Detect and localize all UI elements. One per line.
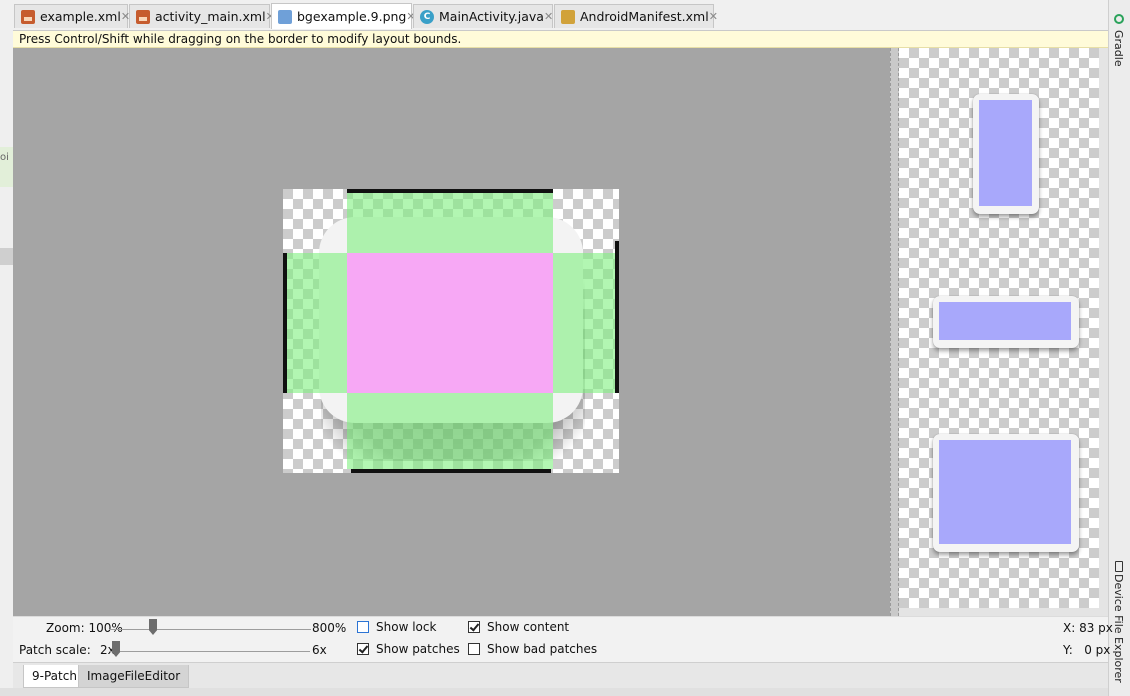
nine-patch-editor-canvas[interactable] [13, 48, 890, 616]
tab-label: bgexample.9.png [297, 9, 407, 24]
tab-9-patch[interactable]: 9-Patch [23, 665, 86, 688]
tab-label: activity_main.xml [155, 9, 266, 24]
preview-content-area [979, 100, 1032, 206]
preview-vertical-scrollbar[interactable] [1099, 48, 1108, 616]
tab-label: AndroidManifest.xml [580, 9, 709, 24]
show-lock-label[interactable]: Show lock [376, 620, 436, 634]
content-area-patch [347, 253, 553, 393]
device-file-explorer-tool-button[interactable]: Device File Explorer [1112, 574, 1125, 683]
tab-image-file-editor[interactable]: ImageFileEditor [78, 665, 190, 688]
preview-both-stretch [933, 434, 1079, 552]
xml-file-icon [136, 9, 150, 24]
tab-mainactivity-java[interactable]: C MainActivity.java ✕ [413, 4, 553, 28]
preview-splitter[interactable] [890, 48, 899, 616]
zoom-slider-thumb[interactable] [149, 619, 157, 635]
image-file-icon [278, 9, 292, 24]
nine-patch-controls: Zoom: 100% 800% Patch scale: 2x 6x Show … [13, 616, 1113, 663]
tab-androidmanifest-xml[interactable]: AndroidManifest.xml ✕ [554, 4, 718, 28]
bottom-content-marker[interactable] [351, 469, 551, 473]
left-stretch-marker[interactable] [283, 253, 287, 393]
patch-scale-slider-track[interactable] [110, 651, 310, 652]
preview-content-area [939, 302, 1071, 340]
show-bad-patches-checkbox[interactable] [468, 643, 480, 655]
layout-bounds-hint: Press Control/Shift while dragging on th… [13, 31, 1108, 48]
tab-bgexample-9-png[interactable]: bgexample.9.png ✕ [271, 3, 416, 29]
right-tool-stripe: Gradle Device File Explorer [1108, 0, 1130, 696]
zoom-label: Zoom: 100% [46, 621, 123, 635]
preview-horizontal-scrollbar[interactable] [899, 608, 1099, 616]
gradle-icon [1114, 14, 1124, 24]
editor-tab-bar: example.xml ✕ activity_main.xml ✕ bgexam… [0, 0, 1108, 31]
xml-file-icon [21, 9, 35, 24]
zoom-slider-track[interactable] [109, 629, 311, 630]
editor-mode-tabs: 9-Patch ImageFileEditor [13, 662, 1108, 689]
show-lock-checkbox[interactable] [357, 621, 369, 633]
tab-activity-main-xml[interactable]: activity_main.xml ✕ [129, 4, 275, 28]
preview-horizontal-stretch [933, 296, 1079, 348]
tab-example-xml[interactable]: example.xml ✕ [14, 4, 130, 28]
y-coordinate-readout: Y: 0 px [1063, 643, 1111, 657]
top-stretch-marker[interactable] [347, 189, 553, 193]
preview-vertical-stretch [973, 94, 1039, 214]
show-patches-checkbox[interactable] [357, 643, 369, 655]
left-panel-selection [0, 248, 13, 265]
patch-scale-max-label: 6x [312, 643, 327, 657]
show-content-label[interactable]: Show content [487, 620, 569, 634]
zoom-max-label: 800% [312, 621, 347, 635]
stretch-preview-panel [899, 48, 1099, 608]
java-class-icon: C [420, 9, 434, 24]
nine-patch-image[interactable] [283, 189, 619, 473]
left-tool-stripe [0, 30, 13, 696]
show-patches-label[interactable]: Show patches [376, 642, 460, 656]
close-icon[interactable]: ✕ [709, 10, 718, 23]
status-bar [0, 688, 1108, 696]
gradle-tool-button[interactable]: Gradle [1112, 30, 1125, 67]
preview-content-area [939, 440, 1071, 544]
manifest-file-icon [561, 9, 575, 24]
right-content-marker[interactable] [615, 241, 619, 393]
left-panel-fragment: oi [0, 147, 13, 187]
tab-label: example.xml [40, 9, 121, 24]
show-bad-patches-label[interactable]: Show bad patches [487, 642, 597, 656]
x-coordinate-readout: X: 83 px [1063, 621, 1113, 635]
patch-scale-label: Patch scale: [19, 643, 91, 657]
tab-label: MainActivity.java [439, 9, 544, 24]
show-content-checkbox[interactable] [468, 621, 480, 633]
device-icon [1115, 561, 1123, 572]
close-icon[interactable]: ✕ [544, 10, 553, 23]
